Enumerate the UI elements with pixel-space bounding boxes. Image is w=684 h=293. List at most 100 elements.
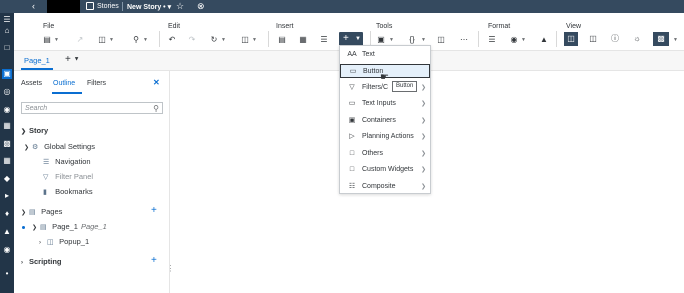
- menu-icon[interactable]: ☰: [2, 15, 12, 25]
- chevron-down-icon[interactable]: ▼: [109, 35, 114, 45]
- tree-node-global-settings[interactable]: ❯ ⚙ Global Settings: [24, 142, 95, 151]
- divider: [159, 31, 160, 47]
- star-icon[interactable]: ☆: [176, 1, 184, 12]
- add-script-icon[interactable]: +: [151, 255, 157, 266]
- add-page-icon[interactable]: +: [151, 205, 157, 216]
- tree-node-filter-panel[interactable]: ▽ Filter Panel: [43, 172, 93, 181]
- chevron-right-icon[interactable]: ›: [21, 260, 29, 266]
- explore-icon[interactable]: ◉: [2, 105, 12, 115]
- menu-item-containers[interactable]: ▣ Containers ❯: [340, 114, 430, 128]
- menu-item-others[interactable]: □ Others ❯: [340, 147, 430, 161]
- tab-page-1[interactable]: Page_1: [24, 56, 50, 65]
- tree-node-bookmarks[interactable]: ▮ Bookmarks: [43, 187, 93, 196]
- tab-assets[interactable]: Assets: [21, 80, 42, 87]
- chevron-down-icon[interactable]: ❯: [21, 209, 29, 216]
- more-tools-icon[interactable]: ⋯: [458, 35, 470, 45]
- tree-node-scripting[interactable]: › Scripting: [21, 257, 62, 266]
- chevron-down-icon[interactable]: ❯: [24, 144, 32, 151]
- tree-node-page-1[interactable]: ❯ ▤ Page_1 Page_1: [32, 222, 107, 231]
- composite-icon: ☷: [348, 183, 356, 190]
- copy-paste-icon[interactable]: ◫: [239, 35, 251, 45]
- menu-item-label: Containers: [362, 117, 396, 124]
- right-panel-toggle-icon[interactable]: ◫: [586, 32, 600, 46]
- chevron-down-icon[interactable]: ❯: [32, 224, 40, 231]
- add-page-button[interactable]: + ▼: [65, 54, 80, 65]
- chevron-right-icon[interactable]: ›: [39, 240, 47, 246]
- active-page-dot: [22, 226, 25, 229]
- linked-analysis-icon[interactable]: ◫: [435, 35, 447, 45]
- tab-filters[interactable]: Filters: [87, 80, 106, 87]
- chevron-down-icon[interactable]: ▼: [143, 35, 148, 45]
- security-icon[interactable]: ▲: [2, 227, 12, 237]
- more-icon[interactable]: •: [2, 269, 12, 279]
- share-icon[interactable]: ⚲: [130, 35, 142, 45]
- transport-icon[interactable]: ♦: [2, 209, 12, 219]
- conditional-format-icon[interactable]: ▣: [375, 35, 387, 45]
- collaboration-icon[interactable]: ▩: [653, 32, 669, 46]
- left-panel-toggle-icon[interactable]: ◫: [564, 32, 578, 46]
- copy-icon[interactable]: ◫: [96, 35, 108, 45]
- stories-icon: [86, 2, 94, 10]
- search-input[interactable]: Search ⚲: [21, 102, 163, 114]
- calendar-icon[interactable]: ▦: [2, 156, 12, 166]
- tree-label: Global Settings: [44, 142, 95, 151]
- lightbulb-icon[interactable]: ☼: [630, 32, 644, 46]
- files-icon[interactable]: □: [2, 43, 12, 53]
- save-icon[interactable]: ▤: [41, 35, 53, 45]
- chevron-down-icon[interactable]: ▼: [389, 35, 394, 45]
- back-icon[interactable]: ‹: [32, 1, 35, 11]
- tree-node-pages[interactable]: ❯ ▤ Pages: [21, 207, 62, 216]
- chevron-down-icon[interactable]: ▼: [673, 35, 678, 45]
- outline-panel: Assets Outline Filters ✕ Search ⚲ ❯ Story…: [14, 71, 170, 293]
- info-icon[interactable]: ⓘ: [608, 32, 622, 46]
- binoculars-icon[interactable]: ◉: [2, 245, 12, 255]
- menu-item-planning-actions[interactable]: ▷ Planning Actions ❯: [340, 130, 430, 144]
- chart-icon[interactable]: ▤: [276, 35, 288, 45]
- tree-node-navigation[interactable]: ☰ Navigation: [43, 157, 91, 166]
- planning-icon[interactable]: ▦: [2, 121, 12, 131]
- refresh-icon[interactable]: ↻: [208, 35, 220, 45]
- stories-nav-icon[interactable]: ▣: [2, 69, 12, 79]
- tree-label: Story: [29, 126, 49, 135]
- table-icon[interactable]: ▦: [297, 35, 309, 45]
- data-icon[interactable]: ◆: [2, 174, 12, 184]
- theme-icon[interactable]: ◉: [508, 35, 520, 45]
- home-icon[interactable]: ⌂: [2, 26, 12, 36]
- tree-node-story[interactable]: ❯ Story: [21, 126, 48, 135]
- text-input-icon: ▭: [348, 100, 356, 107]
- tab-outline[interactable]: Outline: [53, 80, 75, 87]
- chevron-down-icon[interactable]: ▼: [252, 35, 257, 45]
- connections-icon[interactable]: ▸: [2, 191, 12, 201]
- analytics-icon[interactable]: ◎: [2, 87, 12, 97]
- menu-item-text[interactable]: AA Text: [340, 48, 430, 62]
- tree-node-popup-1[interactable]: › ◫ Popup_1: [39, 237, 89, 246]
- menu-item-custom-widgets[interactable]: □ Custom Widgets ❯: [340, 163, 430, 177]
- styling-icon[interactable]: ☰: [486, 35, 498, 45]
- app-title[interactable]: Stories: [97, 3, 119, 10]
- menu-item-text-inputs[interactable]: ▭ Text Inputs ❯: [340, 97, 430, 111]
- paint-icon[interactable]: ▲: [538, 35, 550, 45]
- close-icon[interactable]: ✕: [153, 78, 160, 87]
- input-control-icon[interactable]: ☰: [318, 35, 330, 45]
- play-icon: ▷: [349, 133, 355, 140]
- file-group-label: File: [43, 23, 55, 30]
- modeler-icon[interactable]: ▩: [2, 139, 12, 149]
- menu-item-composite[interactable]: ☷ Composite ❯: [340, 180, 430, 194]
- chevron-down-icon[interactable]: ▼: [221, 35, 226, 45]
- menu-item-label: Custom Widgets: [362, 166, 414, 173]
- chevron-down-icon[interactable]: ▼: [521, 35, 526, 45]
- chevron-right-icon: ❯: [421, 167, 427, 173]
- chevron-down-icon[interactable]: ▼: [421, 35, 426, 45]
- chevron-down-icon[interactable]: ❯: [21, 128, 29, 135]
- cancel-icon[interactable]: ⊗: [197, 1, 205, 12]
- story-title[interactable]: New Story • ▾: [127, 3, 171, 11]
- bookmark-icon: ▮: [43, 189, 47, 196]
- chevron-down-icon[interactable]: ▼: [54, 35, 59, 45]
- tree-label: Scripting: [29, 257, 62, 266]
- insert-menu-button[interactable]: + ▼: [339, 32, 363, 46]
- tree-label: Popup_1: [59, 237, 90, 246]
- undo-icon[interactable]: ↶: [166, 35, 178, 45]
- formula-icon[interactable]: {}: [404, 35, 420, 45]
- search-icon[interactable]: ⚲: [153, 104, 159, 113]
- hand-cursor-icon: ☛: [380, 72, 389, 83]
